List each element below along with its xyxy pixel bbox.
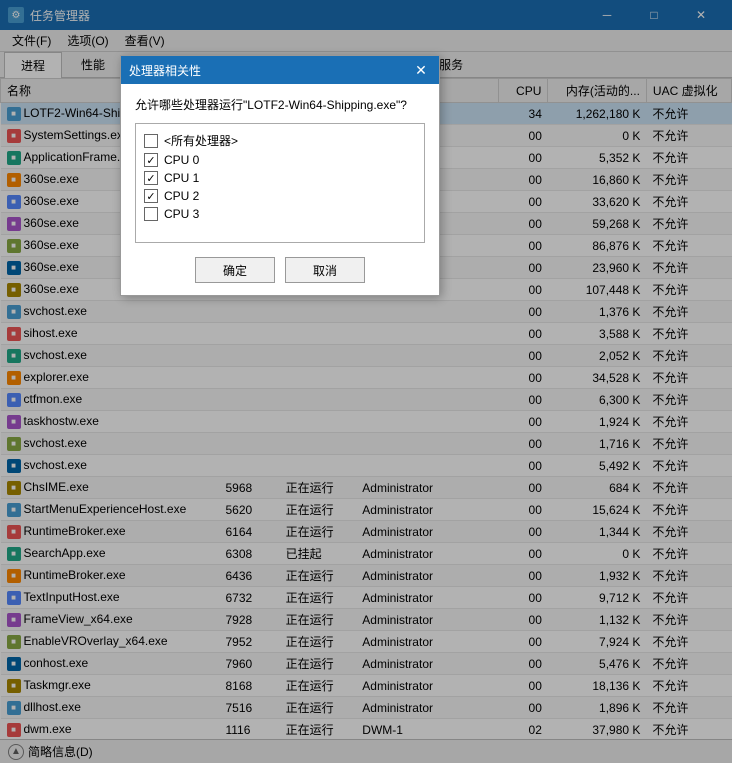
ok-button[interactable]: 确定 (195, 257, 275, 283)
modal-title: 处理器相关性 (129, 62, 201, 79)
cpu-item-4[interactable]: CPU 3 (144, 207, 416, 221)
cpu-item-2[interactable]: CPU 1 (144, 171, 416, 185)
cpu-item-1[interactable]: CPU 0 (144, 153, 416, 167)
cpu-list: <所有处理器> CPU 0 CPU 1 CPU 2 CPU 3 (135, 123, 425, 243)
cpu-label-3: CPU 2 (164, 189, 199, 203)
cpu-label-1: CPU 0 (164, 153, 199, 167)
cpu-item-0[interactable]: <所有处理器> (144, 132, 416, 149)
cpu-checkbox-1[interactable] (144, 153, 158, 167)
cancel-button[interactable]: 取消 (285, 257, 365, 283)
modal-buttons: 确定 取消 (135, 257, 425, 283)
cpu-checkbox-3[interactable] (144, 189, 158, 203)
cpu-checkbox-0[interactable] (144, 134, 158, 148)
affinity-dialog: 处理器相关性 ✕ 允许哪些处理器运行"LOTF2-Win64-Shipping.… (120, 55, 440, 296)
modal-title-bar: 处理器相关性 ✕ (121, 56, 439, 84)
cpu-label-2: CPU 1 (164, 171, 199, 185)
modal-body: 允许哪些处理器运行"LOTF2-Win64-Shipping.exe"? <所有… (121, 84, 439, 295)
cpu-checkbox-4[interactable] (144, 207, 158, 221)
cpu-label-0: <所有处理器> (164, 132, 238, 149)
modal-question: 允许哪些处理器运行"LOTF2-Win64-Shipping.exe"? (135, 96, 425, 113)
modal-overlay: 处理器相关性 ✕ 允许哪些处理器运行"LOTF2-Win64-Shipping.… (0, 0, 732, 763)
cpu-checkbox-2[interactable] (144, 171, 158, 185)
cpu-label-4: CPU 3 (164, 207, 199, 221)
modal-close-button[interactable]: ✕ (411, 60, 431, 80)
cpu-item-3[interactable]: CPU 2 (144, 189, 416, 203)
